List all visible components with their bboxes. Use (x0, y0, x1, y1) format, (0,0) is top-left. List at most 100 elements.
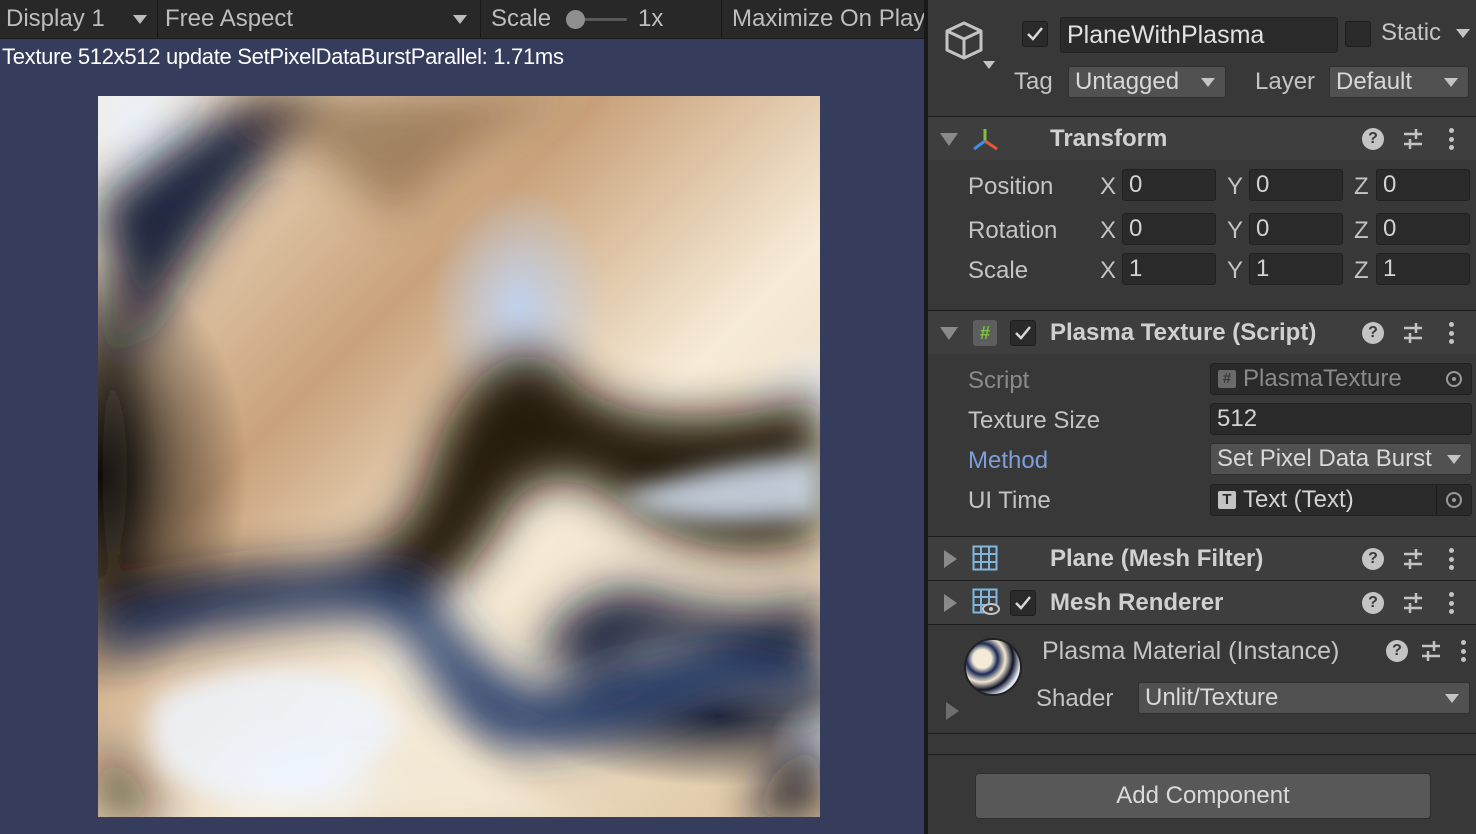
add-component-button[interactable]: Add Component (975, 773, 1431, 819)
scale-value: 1x (638, 5, 664, 32)
scale-x-field[interactable]: 1 (1122, 253, 1216, 285)
scale-slider-handle[interactable] (566, 10, 585, 29)
help-icon[interactable]: ? (1362, 548, 1384, 570)
game-toolbar: Display 1 Free Aspect Scale 1x Maximize … (0, 0, 924, 39)
toolbar-divider (480, 0, 481, 38)
kebab-menu-icon[interactable] (1449, 592, 1455, 616)
chevron-down-icon (1444, 78, 1458, 87)
foldout-down-icon[interactable] (940, 327, 958, 340)
foldout-down-icon[interactable] (940, 133, 958, 146)
mesh-grid-icon (972, 545, 998, 571)
static-checkbox[interactable] (1345, 21, 1371, 47)
position-label: Position (968, 173, 1054, 200)
ui-time-object-field[interactable]: T Text (Text) (1210, 484, 1472, 516)
display-dropdown[interactable]: Display 1 (6, 0, 105, 38)
scale-z-field[interactable]: 1 (1376, 253, 1470, 285)
plasma-texture-render (98, 96, 820, 817)
method-dropdown[interactable]: Set Pixel Data Burst (1210, 443, 1472, 475)
help-icon[interactable]: ? (1362, 592, 1384, 614)
help-icon[interactable]: ? (1362, 322, 1384, 344)
tag-value: Untagged (1075, 68, 1180, 95)
mesh-renderer-header[interactable]: Mesh Renderer ? (928, 580, 1476, 624)
chevron-down-icon (1201, 78, 1215, 87)
maximize-on-play-button[interactable]: Maximize On Play (732, 0, 924, 38)
axis-z-label: Z (1354, 257, 1369, 284)
kebab-menu-icon[interactable] (1449, 128, 1455, 152)
toolbar-divider (721, 0, 722, 38)
rotation-label: Rotation (968, 217, 1058, 244)
script-object-field: # PlasmaTexture (1210, 363, 1472, 395)
scale-y-field[interactable]: 1 (1249, 253, 1343, 285)
shader-value: Unlit/Texture (1145, 684, 1279, 711)
layer-label: Layer (1255, 68, 1316, 95)
aspect-dropdown-chevron-down-icon[interactable] (453, 15, 467, 24)
display-dropdown-chevron-down-icon[interactable] (133, 15, 147, 24)
kebab-menu-icon[interactable] (1449, 322, 1455, 346)
axis-y-label: Y (1227, 217, 1244, 244)
ui-time-value: Text (Text) (1243, 486, 1354, 513)
plasma-script-header[interactable]: # Plasma Texture (Script) ? (928, 310, 1476, 354)
tag-label: Tag (1014, 68, 1053, 95)
axis-x-label: X (1100, 257, 1117, 284)
texture-size-label: Texture Size (968, 407, 1101, 434)
material-foldout-right-icon[interactable] (946, 702, 959, 720)
preset-sliders-icon[interactable] (1402, 128, 1424, 150)
checkmark-icon (1015, 326, 1031, 340)
axis-z-label: Z (1354, 217, 1369, 244)
section-divider (928, 754, 1476, 755)
game-view: Display 1 Free Aspect Scale 1x Maximize … (0, 0, 924, 834)
checkmark-icon (1027, 27, 1043, 41)
help-icon[interactable]: ? (1362, 128, 1384, 150)
tag-dropdown[interactable]: Untagged (1068, 66, 1226, 98)
chevron-down-icon (1447, 455, 1461, 464)
texture-size-field[interactable]: 512 (1210, 403, 1472, 435)
rotation-z-field[interactable]: 0 (1376, 213, 1470, 245)
plasma-bands (98, 96, 820, 817)
mesh-renderer-enabled-checkbox[interactable] (1010, 590, 1036, 616)
kebab-menu-icon[interactable] (1461, 640, 1467, 664)
static-label: Static (1381, 19, 1442, 46)
plasma-enabled-checkbox[interactable] (1010, 320, 1036, 346)
material-preview-sphere[interactable] (964, 638, 1022, 696)
axis-z-label: Z (1354, 173, 1369, 200)
gameobject-cube-icon (944, 20, 988, 69)
text-component-icon: T (1218, 491, 1236, 509)
mesh-filter-title: Plane (Mesh Filter) (1050, 545, 1264, 572)
position-y-field[interactable]: 0 (1249, 169, 1343, 201)
scale-label: Scale (968, 257, 1029, 284)
position-x-field[interactable]: 0 (1122, 169, 1216, 201)
preset-sliders-icon[interactable] (1402, 548, 1424, 570)
layer-dropdown[interactable]: Default (1329, 66, 1469, 98)
preset-sliders-icon[interactable] (1402, 322, 1424, 344)
chevron-down-icon (1445, 694, 1459, 703)
foldout-right-icon[interactable] (944, 550, 957, 568)
object-name-field[interactable]: PlaneWithPlasma (1060, 17, 1338, 53)
method-label: Method (968, 447, 1049, 474)
csharp-script-icon: # (973, 320, 997, 346)
preset-sliders-icon[interactable] (1402, 592, 1424, 614)
ui-time-label: UI Time (968, 487, 1051, 514)
method-value: Set Pixel Data Burst (1217, 445, 1432, 472)
preset-sliders-icon[interactable] (1420, 640, 1442, 662)
foldout-right-icon[interactable] (944, 594, 957, 612)
axis-y-label: Y (1227, 257, 1244, 284)
plasma-script-title: Plasma Texture (Script) (1050, 319, 1317, 346)
object-picker-icon[interactable] (1446, 492, 1462, 508)
aspect-dropdown[interactable]: Free Aspect (165, 0, 293, 38)
shader-label: Shader (1036, 685, 1114, 712)
mesh-filter-header[interactable]: Plane (Mesh Filter) ? (928, 536, 1476, 580)
position-z-field[interactable]: 0 (1376, 169, 1470, 201)
rotation-y-field[interactable]: 0 (1249, 213, 1343, 245)
active-checkbox[interactable] (1022, 21, 1048, 47)
axis-y-label: Y (1227, 173, 1244, 200)
help-icon[interactable]: ? (1386, 640, 1408, 662)
static-chevron-down-icon[interactable] (1456, 29, 1470, 38)
transform-header[interactable]: Transform ? (928, 116, 1476, 160)
shader-dropdown[interactable]: Unlit/Texture (1138, 682, 1470, 714)
script-value: PlasmaTexture (1243, 365, 1402, 392)
axis-x-label: X (1100, 173, 1117, 200)
script-hash-icon: # (1218, 370, 1236, 388)
kebab-menu-icon[interactable] (1449, 548, 1455, 572)
icon-picker-chevron-down-icon[interactable] (983, 61, 995, 69)
rotation-x-field[interactable]: 0 (1122, 213, 1216, 245)
